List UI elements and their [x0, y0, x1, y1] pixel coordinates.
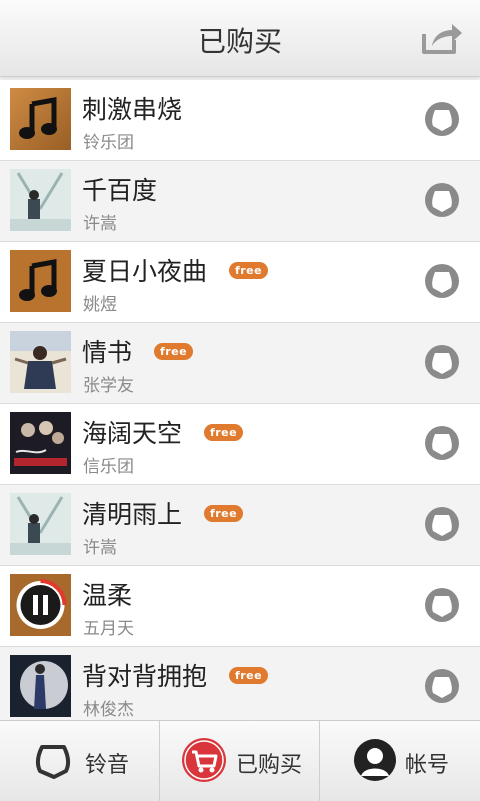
- account-icon: [354, 739, 396, 781]
- album-cover: [10, 331, 71, 393]
- tab-ringtones[interactable]: 铃音: [0, 721, 159, 801]
- album-cover: [10, 169, 71, 231]
- song-title: 情书: [82, 338, 133, 367]
- tab-label: 铃音: [85, 753, 130, 778]
- purchased-list: 刺激串烧 铃乐团 千百度 许嵩 夏日小夜曲 free 姚煜 情书 free 张学…: [0, 80, 480, 728]
- tab-label: 帐号: [405, 753, 450, 778]
- artist-name: 铃乐团: [83, 133, 134, 153]
- pause-icon: [10, 574, 71, 636]
- bell-icon: [425, 264, 459, 298]
- artist-name: 许嵩: [83, 214, 117, 234]
- song-row[interactable]: 夏日小夜曲 free 姚煜: [0, 242, 480, 323]
- set-ringtone-button[interactable]: [424, 668, 460, 704]
- artist-name: 信乐团: [83, 457, 134, 477]
- song-title: 刺激串烧: [82, 95, 183, 124]
- share-button[interactable]: [418, 18, 466, 58]
- tab-account[interactable]: 帐号: [319, 721, 480, 801]
- tab-label: 已购买: [236, 753, 303, 778]
- song-title: 背对背拥抱: [82, 662, 208, 691]
- free-badge: free: [203, 423, 244, 441]
- set-ringtone-button[interactable]: [424, 506, 460, 542]
- cart-icon: [182, 738, 226, 782]
- tab-purchased[interactable]: 已购买: [159, 721, 319, 801]
- bell-icon: [425, 345, 459, 379]
- free-badge: free: [228, 666, 269, 684]
- album-cover: [10, 250, 71, 312]
- set-ringtone-button[interactable]: [424, 425, 460, 461]
- album-photo: [10, 331, 71, 393]
- song-title: 夏日小夜曲: [82, 257, 208, 286]
- free-badge: free: [153, 342, 194, 360]
- music-note-icon: [10, 250, 71, 312]
- artist-name: 张学友: [83, 376, 134, 396]
- share-icon: [422, 24, 462, 54]
- bell-icon: [425, 183, 459, 217]
- set-ringtone-button[interactable]: [424, 101, 460, 137]
- page-title: 已购买: [197, 25, 282, 58]
- song-row[interactable]: 温柔 五月天: [0, 566, 480, 647]
- artist-name: 林俊杰: [83, 700, 134, 720]
- song-row[interactable]: 情书 free 张学友: [0, 323, 480, 404]
- artist-name: 许嵩: [83, 538, 117, 558]
- song-row[interactable]: 刺激串烧 铃乐团: [0, 80, 480, 161]
- bell-icon: [425, 588, 459, 622]
- song-title: 海阔天空: [82, 419, 183, 448]
- song-row[interactable]: 海阔天空 free 信乐团: [0, 404, 480, 485]
- album-cover: [10, 412, 71, 474]
- song-row[interactable]: 千百度 许嵩: [0, 161, 480, 242]
- album-photo: [10, 655, 71, 717]
- artist-name: 姚煜: [83, 295, 117, 315]
- bottom-tab-bar: 铃音 已购买 帐号: [0, 720, 480, 801]
- bell-icon: [425, 426, 459, 460]
- free-badge: free: [228, 261, 269, 279]
- album-cover: [10, 88, 71, 150]
- album-photo: [10, 412, 71, 474]
- album-cover[interactable]: [10, 574, 71, 636]
- bell-icon: [425, 669, 459, 703]
- artist-name: 五月天: [83, 619, 134, 639]
- song-row[interactable]: 背对背拥抱 free 林俊杰: [0, 647, 480, 728]
- song-row[interactable]: 清明雨上 free 许嵩: [0, 485, 480, 566]
- album-photo: [10, 493, 71, 555]
- song-title: 温柔: [82, 581, 133, 610]
- song-title: 千百度: [82, 176, 158, 205]
- bell-icon: [35, 745, 71, 779]
- set-ringtone-button[interactable]: [424, 344, 460, 380]
- header-bar: 已购买: [0, 0, 480, 77]
- set-ringtone-button[interactable]: [424, 587, 460, 623]
- album-cover: [10, 655, 71, 717]
- bell-icon: [425, 102, 459, 136]
- album-cover: [10, 493, 71, 555]
- free-badge: free: [203, 504, 244, 522]
- music-note-icon: [10, 88, 71, 150]
- bell-icon: [425, 507, 459, 541]
- album-photo: [10, 169, 71, 231]
- set-ringtone-button[interactable]: [424, 182, 460, 218]
- set-ringtone-button[interactable]: [424, 263, 460, 299]
- song-title: 清明雨上: [82, 500, 183, 529]
